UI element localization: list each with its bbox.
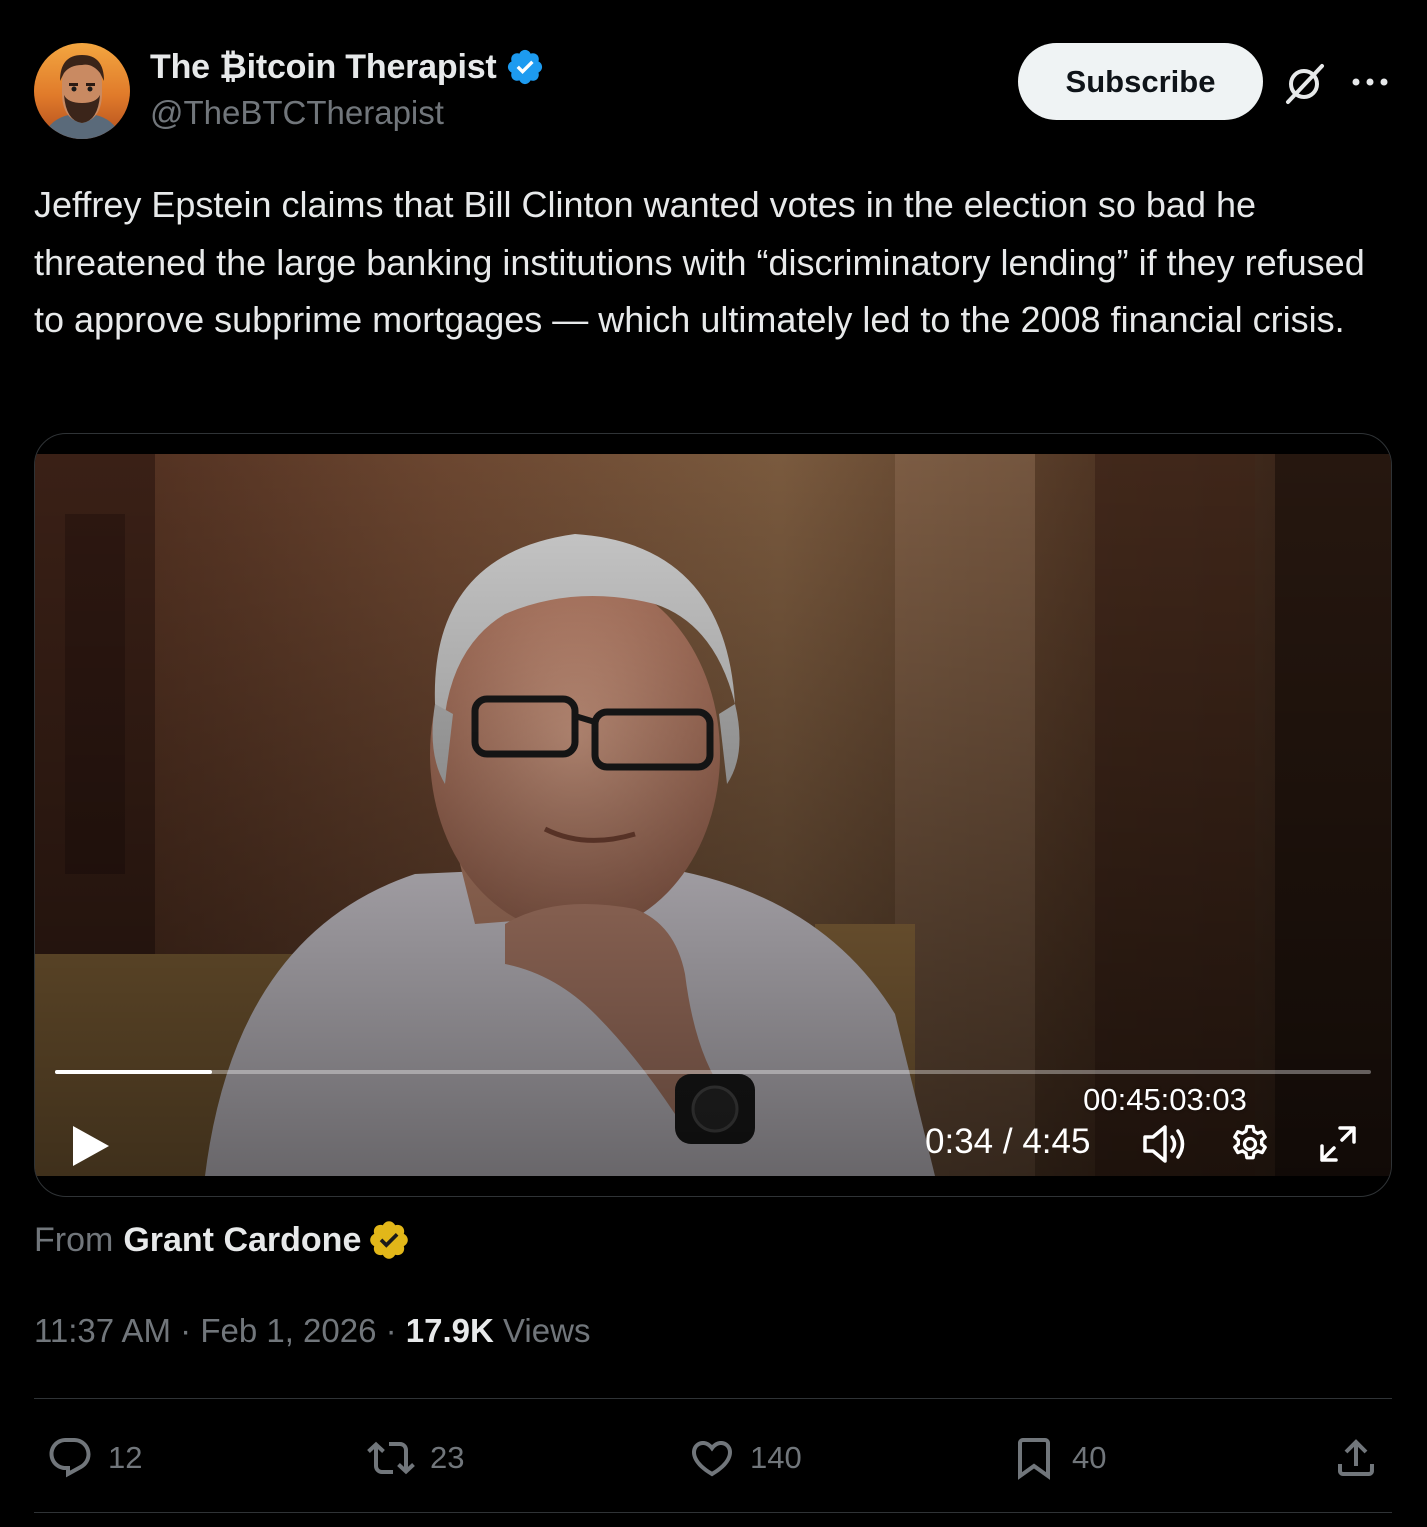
- tweet-text: Jeffrey Epstein claims that Bill Clinton…: [34, 184, 1375, 340]
- video-current-time: 0:34: [925, 1122, 994, 1161]
- repost-button[interactable]: 23: [366, 1430, 464, 1486]
- repost-count: 23: [430, 1440, 465, 1475]
- video-progress-bar[interactable]: [55, 1070, 1371, 1074]
- display-name-row: The ₿itcoin Therapist: [150, 46, 545, 88]
- tweet-card: The ₿itcoin Therapist @TheBTCTherapist S…: [0, 0, 1427, 1527]
- views-count: 17.9K: [405, 1312, 494, 1349]
- video-progress-fill: [55, 1070, 212, 1074]
- video-duration: 4:45: [1022, 1122, 1091, 1161]
- video-time-separator: /: [993, 1122, 1023, 1161]
- author-info: The ₿itcoin Therapist @TheBTCTherapist: [150, 46, 545, 132]
- divider: [34, 1398, 1392, 1399]
- blue-check-icon: [507, 49, 542, 85]
- meta-dot: ·: [376, 1312, 406, 1349]
- gold-verified-icon: [370, 1221, 409, 1259]
- volume-icon[interactable]: [1141, 1122, 1191, 1166]
- bookmark-count: 40: [1072, 1440, 1107, 1475]
- reply-count: 12: [108, 1440, 143, 1475]
- play-icon[interactable]: [71, 1124, 111, 1168]
- video-attribution: From Grant Cardone: [34, 1218, 411, 1262]
- share-button[interactable]: [1332, 1430, 1380, 1486]
- meta-dot: ·: [170, 1312, 201, 1349]
- reply-button[interactable]: 12: [46, 1430, 142, 1486]
- repost-icon: [367, 1441, 415, 1475]
- tweet-date[interactable]: Feb 1, 2026: [200, 1312, 376, 1350]
- author-avatar[interactable]: [34, 43, 130, 139]
- like-count: 140: [750, 1440, 802, 1475]
- tweet-time[interactable]: 11:37 AM: [34, 1312, 171, 1350]
- video-time-display: 0:34 / 4:45: [925, 1122, 1090, 1162]
- like-button[interactable]: 140: [688, 1430, 802, 1486]
- source-account-name[interactable]: Grant Cardone: [123, 1221, 361, 1260]
- divider: [34, 1512, 1392, 1513]
- video-player[interactable]: 00:45:03:03 0:34 / 4:45: [34, 433, 1392, 1197]
- reply-icon: [49, 1438, 91, 1478]
- video-timecode-overlay: 00:45:03:03: [1083, 1082, 1247, 1117]
- author-handle[interactable]: @TheBTCTherapist: [150, 94, 545, 132]
- settings-gear-icon[interactable]: [1228, 1122, 1272, 1166]
- from-label: From: [34, 1220, 114, 1259]
- share-icon: [1338, 1439, 1374, 1476]
- grok-slash-icon[interactable]: [1280, 60, 1328, 108]
- bookmark-button[interactable]: 40: [1010, 1430, 1106, 1486]
- fullscreen-expand-icon[interactable]: [1318, 1124, 1358, 1164]
- tweet-meta: 11:37 AM · Feb 1, 2026 · 17.9K Views: [34, 1312, 590, 1350]
- subscribe-button[interactable]: Subscribe: [1018, 43, 1263, 120]
- views-label: Views: [493, 1312, 591, 1349]
- video-frame[interactable]: [35, 454, 1391, 1176]
- heart-icon: [691, 1441, 733, 1477]
- bookmark-icon: [1018, 1438, 1050, 1480]
- author-display-name[interactable]: The ₿itcoin Therapist: [150, 48, 497, 87]
- ellipsis-icon[interactable]: [1350, 60, 1390, 104]
